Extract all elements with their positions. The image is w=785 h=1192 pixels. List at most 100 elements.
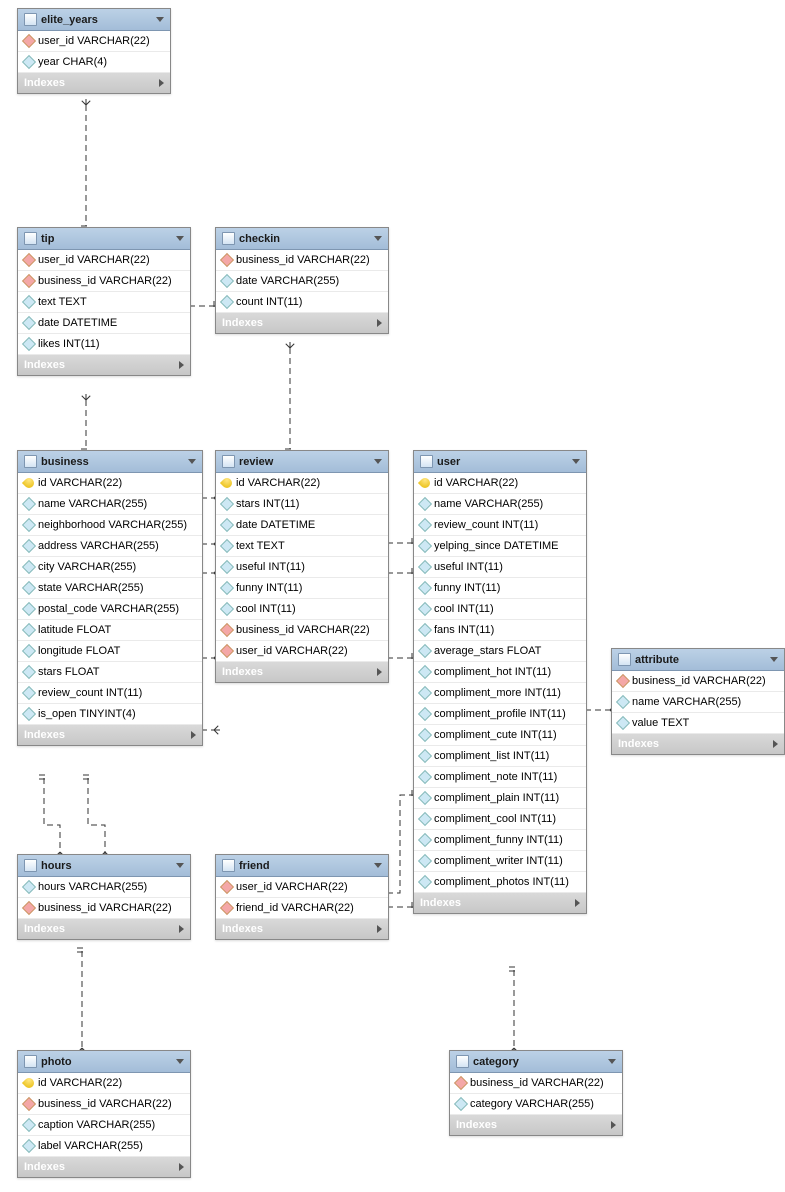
column-row[interactable]: funny INT(11) xyxy=(216,578,388,599)
chevron-down-icon[interactable] xyxy=(374,236,382,241)
indexes-section[interactable]: Indexes xyxy=(18,355,190,375)
column-row[interactable]: year CHAR(4) xyxy=(18,52,170,73)
indexes-section[interactable]: Indexes xyxy=(216,662,388,682)
chevron-down-icon[interactable] xyxy=(374,459,382,464)
table-user[interactable]: userid VARCHAR(22)name VARCHAR(255)revie… xyxy=(413,450,587,914)
column-row[interactable]: address VARCHAR(255) xyxy=(18,536,202,557)
column-row[interactable]: text TEXT xyxy=(216,536,388,557)
indexes-section[interactable]: Indexes xyxy=(216,919,388,939)
column-row[interactable]: is_open TINYINT(4) xyxy=(18,704,202,725)
column-row[interactable]: compliment_photos INT(11) xyxy=(414,872,586,893)
table-header[interactable]: checkin xyxy=(216,228,388,250)
table-header[interactable]: photo xyxy=(18,1051,190,1073)
column-row[interactable]: cool INT(11) xyxy=(414,599,586,620)
column-row[interactable]: business_id VARCHAR(22) xyxy=(18,898,190,919)
column-row[interactable]: cool INT(11) xyxy=(216,599,388,620)
table-header[interactable]: user xyxy=(414,451,586,473)
table-business[interactable]: businessid VARCHAR(22)name VARCHAR(255)n… xyxy=(17,450,203,746)
column-row[interactable]: longitude FLOAT xyxy=(18,641,202,662)
column-row[interactable]: id VARCHAR(22) xyxy=(18,1073,190,1094)
column-row[interactable]: user_id VARCHAR(22) xyxy=(216,641,388,662)
column-row[interactable]: review_count INT(11) xyxy=(414,515,586,536)
column-row[interactable]: useful INT(11) xyxy=(216,557,388,578)
column-row[interactable]: stars FLOAT xyxy=(18,662,202,683)
chevron-down-icon[interactable] xyxy=(572,459,580,464)
column-row[interactable]: compliment_more INT(11) xyxy=(414,683,586,704)
indexes-section[interactable]: Indexes xyxy=(18,725,202,745)
indexes-section[interactable]: Indexes xyxy=(18,73,170,93)
chevron-right-icon[interactable] xyxy=(179,925,184,933)
table-category[interactable]: categorybusiness_id VARCHAR(22)category … xyxy=(449,1050,623,1136)
chevron-right-icon[interactable] xyxy=(377,319,382,327)
column-row[interactable]: name VARCHAR(255) xyxy=(612,692,784,713)
column-row[interactable]: neighborhood VARCHAR(255) xyxy=(18,515,202,536)
column-row[interactable]: count INT(11) xyxy=(216,292,388,313)
chevron-right-icon[interactable] xyxy=(159,79,164,87)
column-row[interactable]: text TEXT xyxy=(18,292,190,313)
column-row[interactable]: compliment_cute INT(11) xyxy=(414,725,586,746)
table-friend[interactable]: frienduser_id VARCHAR(22)friend_id VARCH… xyxy=(215,854,389,940)
column-row[interactable]: business_id VARCHAR(22) xyxy=(216,620,388,641)
table-hours[interactable]: hourshours VARCHAR(255)business_id VARCH… xyxy=(17,854,191,940)
chevron-down-icon[interactable] xyxy=(176,236,184,241)
chevron-right-icon[interactable] xyxy=(575,899,580,907)
table-header[interactable]: friend xyxy=(216,855,388,877)
column-row[interactable]: business_id VARCHAR(22) xyxy=(18,1094,190,1115)
column-row[interactable]: user_id VARCHAR(22) xyxy=(18,31,170,52)
table-photo[interactable]: photoid VARCHAR(22)business_id VARCHAR(2… xyxy=(17,1050,191,1178)
table-header[interactable]: category xyxy=(450,1051,622,1073)
column-row[interactable]: friend_id VARCHAR(22) xyxy=(216,898,388,919)
indexes-section[interactable]: Indexes xyxy=(18,919,190,939)
indexes-section[interactable]: Indexes xyxy=(216,313,388,333)
table-header[interactable]: review xyxy=(216,451,388,473)
column-row[interactable]: id VARCHAR(22) xyxy=(216,473,388,494)
column-row[interactable]: postal_code VARCHAR(255) xyxy=(18,599,202,620)
table-checkin[interactable]: checkinbusiness_id VARCHAR(22)date VARCH… xyxy=(215,227,389,334)
chevron-right-icon[interactable] xyxy=(191,731,196,739)
column-row[interactable]: date DATETIME xyxy=(18,313,190,334)
indexes-section[interactable]: Indexes xyxy=(414,893,586,913)
indexes-section[interactable]: Indexes xyxy=(450,1115,622,1135)
column-row[interactable]: compliment_plain INT(11) xyxy=(414,788,586,809)
chevron-down-icon[interactable] xyxy=(176,1059,184,1064)
column-row[interactable]: hours VARCHAR(255) xyxy=(18,877,190,898)
table-header[interactable]: hours xyxy=(18,855,190,877)
chevron-down-icon[interactable] xyxy=(770,657,778,662)
column-row[interactable]: business_id VARCHAR(22) xyxy=(18,271,190,292)
column-row[interactable]: user_id VARCHAR(22) xyxy=(216,877,388,898)
column-row[interactable]: compliment_profile INT(11) xyxy=(414,704,586,725)
column-row[interactable]: name VARCHAR(255) xyxy=(18,494,202,515)
column-row[interactable]: compliment_funny INT(11) xyxy=(414,830,586,851)
column-row[interactable]: city VARCHAR(255) xyxy=(18,557,202,578)
column-row[interactable]: user_id VARCHAR(22) xyxy=(18,250,190,271)
column-row[interactable]: compliment_writer INT(11) xyxy=(414,851,586,872)
column-row[interactable]: caption VARCHAR(255) xyxy=(18,1115,190,1136)
column-row[interactable]: compliment_list INT(11) xyxy=(414,746,586,767)
indexes-section[interactable]: Indexes xyxy=(612,734,784,754)
column-row[interactable]: review_count INT(11) xyxy=(18,683,202,704)
chevron-right-icon[interactable] xyxy=(179,1163,184,1171)
chevron-right-icon[interactable] xyxy=(377,668,382,676)
column-row[interactable]: date VARCHAR(255) xyxy=(216,271,388,292)
column-row[interactable]: compliment_cool INT(11) xyxy=(414,809,586,830)
column-row[interactable]: yelping_since DATETIME xyxy=(414,536,586,557)
column-row[interactable]: business_id VARCHAR(22) xyxy=(216,250,388,271)
column-row[interactable]: name VARCHAR(255) xyxy=(414,494,586,515)
column-row[interactable]: category VARCHAR(255) xyxy=(450,1094,622,1115)
indexes-section[interactable]: Indexes xyxy=(18,1157,190,1177)
chevron-down-icon[interactable] xyxy=(608,1059,616,1064)
table-review[interactable]: reviewid VARCHAR(22)stars INT(11)date DA… xyxy=(215,450,389,683)
chevron-down-icon[interactable] xyxy=(176,863,184,868)
chevron-down-icon[interactable] xyxy=(188,459,196,464)
chevron-down-icon[interactable] xyxy=(156,17,164,22)
table-header[interactable]: attribute xyxy=(612,649,784,671)
column-row[interactable]: label VARCHAR(255) xyxy=(18,1136,190,1157)
column-row[interactable]: compliment_hot INT(11) xyxy=(414,662,586,683)
column-row[interactable]: likes INT(11) xyxy=(18,334,190,355)
table-attribute[interactable]: attributebusiness_id VARCHAR(22)name VAR… xyxy=(611,648,785,755)
chevron-right-icon[interactable] xyxy=(773,740,778,748)
chevron-right-icon[interactable] xyxy=(611,1121,616,1129)
column-row[interactable]: value TEXT xyxy=(612,713,784,734)
table-elite_years[interactable]: elite_yearsuser_id VARCHAR(22)year CHAR(… xyxy=(17,8,171,94)
table-header[interactable]: tip xyxy=(18,228,190,250)
